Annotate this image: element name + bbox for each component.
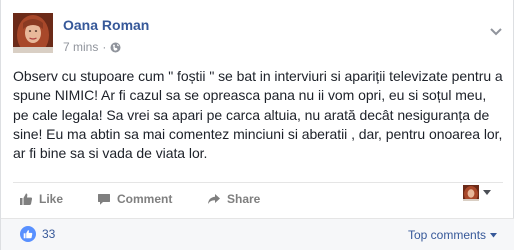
like-button[interactable]: Like — [19, 191, 63, 207]
reactions-summary[interactable]: 33 — [20, 226, 55, 242]
caret-down-icon — [490, 232, 498, 237]
share-button[interactable]: Share — [207, 191, 260, 207]
comment-sort-dropdown[interactable]: Top comments — [408, 228, 498, 242]
post-options-chevron-icon[interactable] — [489, 24, 503, 36]
globe-icon[interactable] — [110, 42, 121, 53]
comment-sort-label: Top comments — [408, 228, 487, 242]
post-footer: 33 Top comments — [1, 218, 514, 250]
like-badge-icon — [20, 226, 36, 242]
post-text: Observ cu stupoare cum " foștii " se bat… — [13, 68, 503, 162]
post-meta: 7 mins · — [63, 40, 121, 54]
like-label: Like — [39, 192, 64, 206]
comment-button[interactable]: Comment — [97, 191, 172, 207]
share-arrow-icon — [208, 194, 220, 204]
comment-bubble-icon — [98, 194, 110, 205]
author-avatar[interactable] — [13, 13, 53, 53]
meta-separator: · — [102, 40, 107, 54]
author-name[interactable]: Oana Roman — [63, 17, 149, 33]
post-time[interactable]: 7 mins — [63, 40, 98, 54]
post-as-selector[interactable] — [463, 185, 491, 201]
reactor-avatar — [463, 185, 479, 201]
comment-label: Comment — [117, 192, 173, 206]
actions-divider — [13, 182, 503, 183]
thumbs-up-icon — [20, 193, 33, 205]
like-count: 33 — [42, 227, 56, 241]
caret-down-icon — [483, 190, 491, 195]
post-card: Oana Roman 7 mins · Observ cu stupoare c… — [0, 0, 514, 250]
share-label: Share — [227, 192, 261, 206]
